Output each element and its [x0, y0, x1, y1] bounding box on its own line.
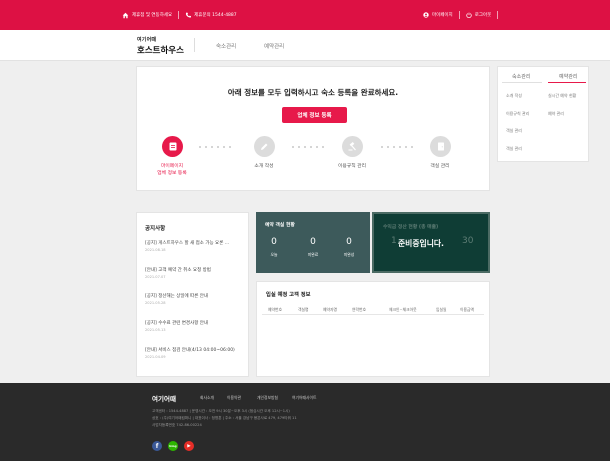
- step-company-info[interactable]: [162, 136, 183, 157]
- upcoming-title: 입실 예정 고객 정보: [266, 292, 311, 298]
- settle-value-1: 1: [391, 236, 397, 246]
- naver-blog-icon[interactable]: blog: [168, 441, 178, 451]
- tab-underline: [502, 82, 542, 83]
- document-icon: [169, 142, 176, 151]
- notice-item[interactable]: [공지] 정산해는 상일에 따른 안내 2021.05.28: [145, 293, 243, 305]
- partner-text[interactable]: 제휴점 및 연동하세요: [132, 12, 172, 18]
- menu-live-reservations[interactable]: 실시간 예약 현황: [548, 93, 576, 99]
- step-label-rooms: 객실 관리: [430, 164, 450, 169]
- footer: 여기어때 회사소개 이용약관 개인정보방침 여기어때사이트 고객센터 : 154…: [0, 383, 610, 461]
- nav-room-manage[interactable]: 숙소관리: [216, 42, 236, 50]
- tab-room-manage[interactable]: 숙소관리: [512, 73, 530, 80]
- step-rules[interactable]: [342, 136, 363, 157]
- upcoming-guests-panel: 입실 예정 고객 정보: [256, 281, 490, 377]
- stat-incomplete-value: 0: [346, 237, 352, 247]
- notice-title: 공지사항: [145, 226, 166, 232]
- col-checkin-checkout: 체크인~체크아웃: [389, 307, 417, 312]
- stat-pending-label: 미완료: [307, 252, 319, 257]
- register-company-button[interactable]: 업체 정보 등록: [282, 107, 347, 123]
- divider: [178, 11, 180, 19]
- side-menu: 숙소관리 예약관리 소개 작성 이용규칙 관리 객실 관리 객실 관리 실시간 …: [497, 66, 589, 162]
- col-reservation-no: 예약번호: [268, 307, 282, 312]
- step-dots: [381, 146, 413, 148]
- door-icon: [437, 142, 444, 151]
- step-label-intro: 소개 작성: [254, 164, 274, 169]
- stat-today-label: 오늘: [270, 252, 278, 257]
- step-label-rules: 이용규칙 관리: [337, 164, 366, 169]
- mypage-link[interactable]: 마이페이지: [432, 12, 453, 18]
- menu-rooms-2[interactable]: 객실 관리: [506, 146, 522, 152]
- notice-item[interactable]: [안내] 고객 예약 간 취소 요청 방법 2021.07.07: [145, 267, 243, 279]
- divider: [458, 11, 460, 19]
- footer-link-company[interactable]: 회사소개: [200, 395, 214, 401]
- gavel-icon: [348, 142, 356, 151]
- step-dots: [292, 146, 324, 148]
- logo-bottom: 호스트하우스: [137, 46, 184, 56]
- logo-top: 여기어때: [137, 37, 157, 43]
- notice-item[interactable]: [공지] 게스트하우스 할 새 접소 가능 요론 ... 2021.08.18: [145, 240, 243, 252]
- col-contact: 연락번호: [352, 307, 366, 312]
- menu-intro[interactable]: 소개 작성: [506, 93, 522, 99]
- col-checkin-date: 입실일: [436, 307, 447, 312]
- footer-info-line: 고객센터 : 1544-4887 | 운영시간 : 오전 9시 30분~오후 3…: [152, 409, 290, 413]
- footer-link-privacy[interactable]: 개인정보방침: [257, 395, 278, 401]
- menu-reservation-manage[interactable]: 예약 관리: [548, 111, 564, 117]
- settle-value-2: 30: [462, 236, 474, 246]
- step-label-company: 마이페이지 업체 정보 등록: [157, 164, 187, 176]
- top-bar-left: 제휴점 및 연동하세요 제휴문의 1544-4887: [122, 11, 237, 19]
- stat-today-value: 0: [271, 237, 277, 247]
- logo[interactable]: 여기어때 호스트하우스: [137, 36, 184, 56]
- col-guest-name: 예약자명: [323, 307, 337, 312]
- header: 여기어때 호스트하우스 숙소관리 예약관리: [0, 30, 610, 61]
- settle-message: 준비중입니다.: [398, 239, 445, 248]
- divider: [497, 11, 499, 19]
- logout-link[interactable]: 로그아웃: [475, 12, 492, 18]
- footer-link-terms[interactable]: 이용약관: [227, 395, 241, 401]
- pencil-icon: [261, 143, 268, 150]
- footer-logo: 여기어때: [152, 395, 176, 403]
- stats-title: 예약 객실 현황: [265, 223, 295, 228]
- footer-info-line: 사업자등록번호 742-86-00224: [152, 423, 202, 427]
- settle-title: 수익금 정산 현황 (총 매출): [383, 225, 439, 230]
- youtube-icon[interactable]: ▶: [184, 441, 194, 451]
- notice-item[interactable]: [공지] 수수료 관련 변경사항 안내 2021.05.13: [145, 320, 243, 332]
- home-icon: [122, 12, 129, 18]
- nav-reservation-manage[interactable]: 예약관리: [264, 42, 284, 50]
- divider: [194, 38, 195, 52]
- top-bar-right: 마이페이지 로그아웃: [423, 11, 504, 19]
- facebook-icon[interactable]: f: [152, 441, 162, 451]
- footer-info-line: 상호 : (주)여기어때컴퍼니 | 대표이사 : 정명훈 | 주소 : 서울 강…: [152, 416, 297, 420]
- settlement-panel: 수익금 정산 현황 (총 매출) 1 30 준비중입니다.: [372, 212, 490, 273]
- user-icon: [423, 12, 429, 18]
- top-bar: 제휴점 및 연동하세요 제휴문의 1544-4887 마이페이지 로그아웃: [0, 0, 610, 30]
- menu-rules[interactable]: 이용규칙 관리: [506, 111, 529, 117]
- reservation-stats: 예약 객실 현황 0 오늘 0 미완료 0 미완성: [256, 212, 370, 273]
- phone-icon: [186, 12, 192, 18]
- stat-pending-value: 0: [310, 237, 316, 247]
- col-price: 이용금액: [460, 307, 474, 312]
- banner-title: 아래 정보를 모두 입력하시고 숙소 등록을 완료하세요.: [227, 88, 399, 97]
- step-intro[interactable]: [254, 136, 275, 157]
- col-room-name: 객실명: [298, 307, 309, 312]
- power-icon: [466, 12, 472, 18]
- menu-rooms[interactable]: 객실 관리: [506, 128, 522, 134]
- notice-item[interactable]: [안내] 서비스 점검 안내(4/13 04:00~06:00) 2021.04.…: [145, 347, 243, 359]
- step-rooms[interactable]: [430, 136, 451, 157]
- tab-reservation-manage[interactable]: 예약관리: [559, 73, 577, 80]
- notice-panel: 공지사항 [공지] 게스트하우스 할 새 접소 가능 요론 ... 2021.08…: [136, 212, 249, 377]
- tab-underline-active: [548, 82, 586, 83]
- footer-link-site[interactable]: 여기어때사이트: [292, 395, 316, 401]
- phone-text: 제휴문의 1544-4887: [194, 13, 237, 18]
- stat-incomplete-label: 미완성: [343, 252, 355, 257]
- registration-banner: 아래 정보를 모두 입력하시고 숙소 등록을 완료하세요. 업체 정보 등록 마…: [136, 66, 490, 191]
- table-divider: [262, 314, 484, 315]
- step-dots: [199, 146, 231, 148]
